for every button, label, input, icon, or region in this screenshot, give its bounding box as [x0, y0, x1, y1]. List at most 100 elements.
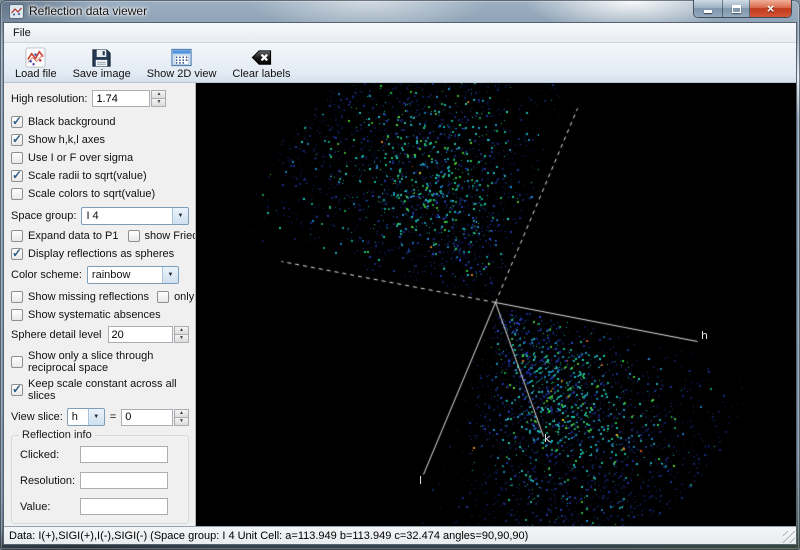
maximize-button[interactable] [723, 0, 750, 17]
checkbox-black-background[interactable]: Black background [11, 115, 189, 128]
spinner-up-icon[interactable]: ▲ [151, 90, 166, 99]
checkbox-box[interactable] [11, 356, 23, 368]
checkbox-label: Black background [28, 116, 115, 128]
checkbox-box[interactable] [128, 230, 140, 242]
spinner-down-icon[interactable]: ▼ [151, 99, 166, 107]
view-slice-input[interactable] [121, 409, 173, 426]
checkbox-box[interactable] [11, 248, 23, 260]
spinner-up-icon[interactable]: ▲ [174, 409, 189, 418]
reflection-info-title: Reflection info [19, 429, 95, 441]
view-slice-spinner[interactable]: ▲▼ [174, 409, 189, 426]
app-icon [9, 4, 24, 19]
checkbox-label: show Friedel pairs [145, 230, 196, 242]
chevron-down-icon[interactable]: ▼ [162, 267, 178, 283]
reflection-info-group: Reflection info Clicked: Resolution: Val… [11, 435, 189, 524]
clear-labels-button[interactable]: Clear labels [227, 45, 295, 81]
checkbox-box[interactable] [11, 152, 23, 164]
checkbox-friedel-pairs[interactable]: show Friedel pairs [128, 229, 196, 242]
chevron-down-icon[interactable]: ▼ [172, 208, 188, 224]
checkbox-box[interactable] [11, 230, 23, 242]
checkbox-label: Show h,k,l axes [28, 134, 105, 146]
space-group-dropdown[interactable]: I 4 ▼ [81, 207, 189, 225]
checkbox-keep-scale[interactable]: Keep scale constant across all slices [11, 379, 189, 403]
value-row: Value: [20, 498, 180, 515]
checkbox-box[interactable] [11, 291, 23, 303]
eraser-icon [250, 46, 273, 69]
checkbox-box[interactable] [11, 309, 23, 321]
sphere-detail-spinner[interactable]: ▲▼ [174, 326, 189, 343]
reflection-scatter-canvas[interactable] [196, 83, 796, 526]
toolbar-button-label: Save image [73, 68, 131, 80]
sphere-detail-input[interactable] [108, 326, 173, 343]
view-slice-axis-dropdown[interactable]: h ▼ [67, 408, 105, 426]
space-group-value: I 4 [82, 208, 172, 224]
status-text: Data: I(+),SIGI(+),I(-),SIGI(-) (Space g… [9, 530, 528, 542]
checkbox-label: Expand data to P1 [28, 230, 119, 242]
checkbox-missing-only[interactable]: only [157, 290, 194, 303]
checkbox-scale-colors[interactable]: Scale colors to sqrt(value) [11, 187, 189, 200]
checkbox-display-spheres[interactable]: Display reflections as spheres [11, 247, 189, 260]
value-input[interactable] [80, 498, 168, 515]
app-client-area: File Load file [3, 22, 797, 545]
checkbox-box[interactable] [11, 134, 23, 146]
color-scheme-dropdown[interactable]: rainbow ▼ [87, 266, 179, 284]
app-window: Reflection data viewer × File Load file [0, 0, 800, 550]
checkbox-box[interactable] [157, 291, 169, 303]
checkbox-label: Use I or F over sigma [28, 152, 133, 164]
resolution-input[interactable] [80, 472, 168, 489]
checkbox-show-missing[interactable]: Show missing reflections [11, 290, 149, 303]
load-file-button[interactable]: Load file [10, 45, 62, 81]
high-resolution-row: High resolution: ▲▼ [11, 90, 189, 107]
close-button[interactable]: × [750, 0, 791, 17]
toolbar-button-label: Clear labels [232, 68, 290, 80]
chevron-down-icon[interactable]: ▼ [88, 409, 104, 425]
window-title: Reflection data viewer [29, 4, 147, 18]
view-slice-label: View slice: [11, 411, 63, 423]
maximize-icon [732, 5, 741, 13]
floppy-disk-icon [90, 46, 113, 69]
checkbox-box[interactable] [11, 116, 23, 128]
checkbox-systematic-absences[interactable]: Show systematic absences [11, 308, 189, 321]
high-resolution-label: High resolution: [11, 93, 87, 105]
checkbox-label: Scale radii to sqrt(value) [28, 170, 147, 182]
grid-window-icon [170, 46, 193, 69]
checkbox-box[interactable] [11, 170, 23, 182]
sphere-detail-row: Sphere detail level ▲▼ [11, 326, 189, 343]
scatter-plot-icon [24, 46, 47, 69]
clicked-row: Clicked: [20, 446, 180, 463]
checkbox-show-hkl-axes[interactable]: Show h,k,l axes [11, 133, 189, 146]
checkbox-box[interactable] [11, 384, 23, 396]
high-resolution-input[interactable] [92, 90, 150, 107]
menu-file[interactable]: File [5, 25, 39, 41]
menu-bar: File [4, 23, 796, 43]
toolbar-button-label: Show 2D view [147, 68, 217, 80]
missing-row: Show missing reflections only [11, 290, 189, 303]
spinner-down-icon[interactable]: ▼ [174, 335, 189, 343]
resolution-row: Resolution: [20, 472, 180, 489]
checkbox-label: Display reflections as spheres [28, 248, 174, 260]
checkbox-box[interactable] [11, 188, 23, 200]
checkbox-scale-radii[interactable]: Scale radii to sqrt(value) [11, 169, 189, 182]
spinner-up-icon[interactable]: ▲ [174, 326, 189, 335]
view-slice-row: View slice: h ▼ = ▲▼ [11, 408, 189, 426]
toolbar-button-label: Load file [15, 68, 57, 80]
show-2d-view-button[interactable]: Show 2D view [142, 45, 222, 81]
checkbox-slice-only[interactable]: Show only a slice through reciprocal spa… [11, 350, 189, 374]
minimize-button[interactable] [694, 0, 723, 17]
checkbox-label: Show missing reflections [28, 291, 149, 303]
resize-grip-icon[interactable] [783, 531, 795, 543]
clicked-label: Clicked: [20, 449, 80, 461]
settings-panel: High resolution: ▲▼ Black background Sho… [4, 83, 196, 526]
color-scheme-value: rainbow [88, 267, 162, 283]
space-group-label: Space group: [11, 210, 76, 222]
checkbox-use-i-or-f-over-sigma[interactable]: Use I or F over sigma [11, 151, 189, 164]
save-image-button[interactable]: Save image [68, 45, 136, 81]
high-resolution-spinner[interactable]: ▲▼ [151, 90, 166, 107]
checkbox-expand-p1[interactable]: Expand data to P1 [11, 229, 119, 242]
checkbox-label: Show only a slice through reciprocal spa… [28, 350, 189, 374]
spinner-down-icon[interactable]: ▼ [174, 418, 189, 426]
clicked-input[interactable] [80, 446, 168, 463]
checkbox-label: Keep scale constant across all slices [28, 378, 189, 402]
title-bar[interactable]: Reflection data viewer × [0, 0, 800, 22]
3d-reflection-view[interactable]: h k l [196, 83, 796, 526]
